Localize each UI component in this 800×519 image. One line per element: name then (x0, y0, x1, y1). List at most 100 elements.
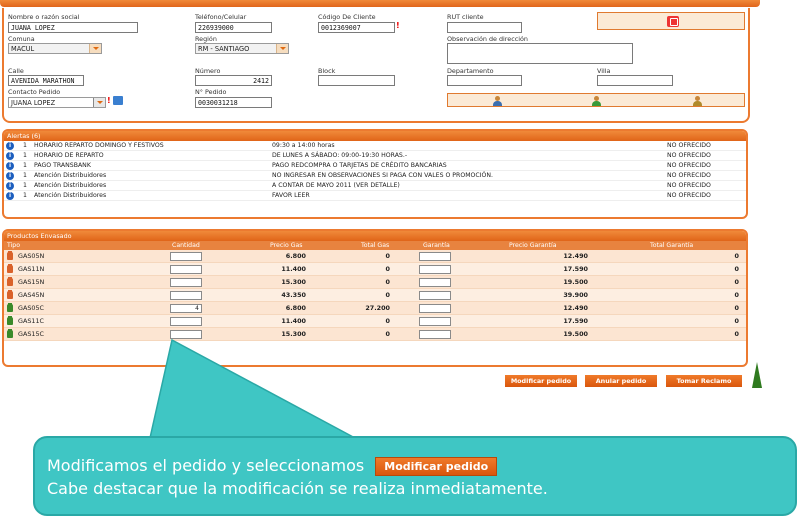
col-tipo: Tipo (7, 242, 21, 249)
callout-modificar-button: Modificar pedido (375, 457, 498, 476)
cell-total-garantia: 0 (734, 291, 739, 299)
observacion-textarea[interactable] (447, 43, 633, 64)
alert-name: Atención Distribuidores (34, 182, 107, 189)
table-row: GAS15C 15.300 0 19.500 0 (4, 328, 746, 341)
cantidad-input[interactable] (170, 265, 202, 274)
modificar-pedido-button[interactable]: Modificar pedido (505, 375, 577, 387)
table-row: GAS15N 15.300 0 19.500 0 (4, 276, 746, 289)
comuna-select[interactable]: MACUL (8, 43, 102, 54)
products-table-body: GAS05N 6.800 0 12.490 0 GAS11N 11.400 0 17.590 0 G… (4, 250, 746, 341)
lock-icon[interactable] (667, 16, 679, 27)
lock-panel (597, 12, 745, 30)
callout-line2: Cabe destacar que la modificación se rea… (47, 479, 548, 498)
alert-detail: A CONTAR DE MAYO 2011 (VER DETALLE) (272, 182, 400, 189)
cell-tipo: GAS05N (18, 252, 45, 260)
alert-name: PAGO TRANSBANK (34, 162, 91, 169)
cantidad-input[interactable]: 4 (170, 304, 202, 313)
alerts-list: i 1 HORARIO REPARTO DOMINGO Y FESTIVOS 09:3… (4, 141, 746, 201)
cell-total-garantia: 0 (734, 265, 739, 273)
alert-row: i 1 Atención Distribuidores FAVOR LEER NO OF… (4, 191, 746, 201)
alerts-title: Alertas (6) (4, 131, 746, 141)
info-icon[interactable]: i (6, 152, 14, 160)
gas-cylinder-icon (7, 329, 13, 338)
chevron-down-icon[interactable] (276, 44, 288, 53)
cell-precio-garantia: 12.490 (563, 304, 588, 312)
user-search-icon[interactable] (492, 96, 502, 106)
nombre-field[interactable]: JUANA LOPEZ (8, 22, 138, 33)
table-row: GAS11C 11.400 0 17.590 0 (4, 315, 746, 328)
garantia-input[interactable] (419, 252, 451, 261)
calle-field[interactable]: AVENIDA MARATHON (8, 75, 84, 86)
block-field[interactable] (318, 75, 395, 86)
cantidad-input[interactable] (170, 317, 202, 326)
cell-total-gas: 0 (385, 278, 390, 286)
tree-icon (752, 362, 762, 392)
col-precio-gas: Precio Gas (270, 242, 303, 249)
table-row: GAS05N 6.800 0 12.490 0 (4, 250, 746, 263)
client-form-panel: Nombre o razón social JUANA LOPEZ Teléfo… (2, 8, 750, 123)
villa-label: Villa (597, 67, 611, 75)
cantidad-input[interactable] (170, 278, 202, 287)
anular-pedido-button[interactable]: Anular pedido (585, 375, 657, 387)
alert-status: NO OFRECIDO (667, 172, 711, 179)
contacto-select[interactable]: JUANA LOPEZ (8, 97, 106, 108)
cell-tipo: GAS15N (18, 278, 45, 286)
user-edit-icon[interactable] (692, 96, 702, 106)
cell-tipo: GAS05C (18, 304, 44, 312)
cantidad-input[interactable] (170, 291, 202, 300)
pedido-field[interactable]: 0030031218 (195, 97, 272, 108)
alert-detail: FAVOR LEER (272, 192, 310, 199)
garantia-input[interactable] (419, 278, 451, 287)
cantidad-input[interactable] (170, 252, 202, 261)
cell-precio-gas: 6.800 (285, 304, 306, 312)
numero-field[interactable]: 2412 (195, 75, 272, 86)
info-icon[interactable]: i (6, 172, 14, 180)
alert-count: 1 (23, 162, 27, 169)
user-add-icon[interactable] (591, 96, 601, 106)
garantia-input[interactable] (419, 330, 451, 339)
alert-name: Atención Distribuidores (34, 172, 107, 179)
telefono-field[interactable]: 226939000 (195, 22, 272, 33)
garantia-input[interactable] (419, 291, 451, 300)
col-total-garantia: Total Garantía (650, 242, 694, 249)
user-actions-bar (447, 93, 745, 107)
col-cantidad: Cantidad (172, 242, 200, 249)
alert-row: i 1 PAGO TRANSBANK PAGO REDCOMPRA O TARJETA… (4, 161, 746, 171)
cell-precio-gas: 43.350 (281, 291, 306, 299)
alert-row: i 1 HORARIO DE REPARTO DE LUNES A SÁBADO: 0… (4, 151, 746, 161)
alert-name: Atención Distribuidores (34, 192, 107, 199)
cell-precio-garantia: 19.500 (563, 278, 588, 286)
required-mark: ! (396, 21, 400, 30)
rut-field[interactable] (447, 22, 522, 33)
add-contact-icon[interactable] (113, 96, 123, 105)
cell-total-garantia: 0 (734, 304, 739, 312)
cell-total-gas: 0 (385, 265, 390, 273)
garantia-input[interactable] (419, 317, 451, 326)
alert-row: i 1 HORARIO REPARTO DOMINGO Y FESTIVOS 09:3… (4, 141, 746, 151)
cell-total-gas: 0 (385, 317, 390, 325)
alert-row: i 1 Atención Distribuidores A CONTAR DE MAY… (4, 181, 746, 191)
info-icon[interactable]: i (6, 142, 14, 150)
info-icon[interactable]: i (6, 192, 14, 200)
cell-precio-gas: 6.800 (285, 252, 306, 260)
callout-box: Modificamos el pedido y seleccionamos Mo… (33, 436, 797, 516)
tomar-reclamo-button[interactable]: Tomar Reclamo (666, 375, 742, 387)
garantia-input[interactable] (419, 265, 451, 274)
alerts-panel: Alertas (6) i 1 HORARIO REPARTO DOMINGO Y … (2, 129, 748, 219)
chevron-down-icon[interactable] (93, 98, 105, 107)
alert-detail: PAGO REDCOMPRA O TARJETAS DE CRÉDITO BAN… (272, 162, 447, 169)
region-select[interactable]: RM - SANTIAGO (195, 43, 289, 54)
required-mark: ! (107, 96, 111, 105)
chevron-down-icon[interactable] (89, 44, 101, 53)
info-icon[interactable]: i (6, 162, 14, 170)
garantia-input[interactable] (419, 304, 451, 313)
region-value: RM - SANTIAGO (198, 45, 250, 53)
villa-field[interactable] (597, 75, 673, 86)
departamento-field[interactable] (447, 75, 522, 86)
alert-status: NO OFRECIDO (667, 162, 711, 169)
cantidad-input[interactable] (170, 330, 202, 339)
info-icon[interactable]: i (6, 182, 14, 190)
codigo-cliente-field[interactable]: 0012369007 (318, 22, 395, 33)
top-header-bar (0, 0, 760, 7)
col-total-gas: Total Gas (361, 242, 390, 249)
